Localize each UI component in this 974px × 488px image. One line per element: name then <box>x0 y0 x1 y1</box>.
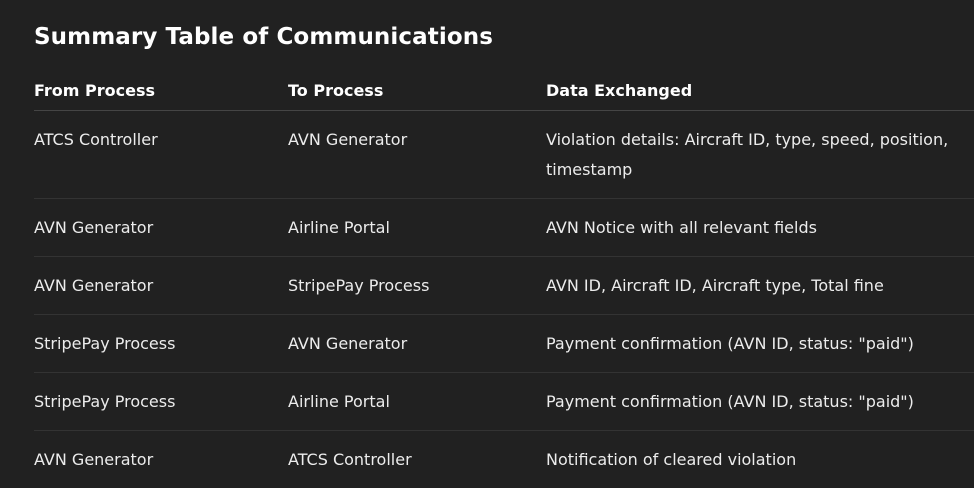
to-process-cell: Airline Portal <box>288 199 546 257</box>
from-process-cell: AVN Generator <box>34 431 288 488</box>
from-process-cell: ATCS Controller <box>34 111 288 199</box>
from-process-cell: AVN Generator <box>34 257 288 315</box>
table-row: StripePay Process Airline Portal Payment… <box>34 373 974 431</box>
data-exchanged-cell: AVN Notice with all relevant fields <box>546 199 974 257</box>
to-process-cell: Airline Portal <box>288 373 546 431</box>
table-row: ATCS Controller AVN Generator Violation … <box>34 111 974 199</box>
data-exchanged-cell: Violation details: Aircraft ID, type, sp… <box>546 111 974 199</box>
to-process-cell: StripePay Process <box>288 257 546 315</box>
from-process-cell: AVN Generator <box>34 199 288 257</box>
table-row: AVN Generator Airline Portal AVN Notice … <box>34 199 974 257</box>
table-row: AVN Generator StripePay Process AVN ID, … <box>34 257 974 315</box>
data-exchanged-cell: Payment confirmation (AVN ID, status: "p… <box>546 373 974 431</box>
table-row: StripePay Process AVN Generator Payment … <box>34 315 974 373</box>
header-data-exchanged: Data Exchanged <box>546 70 974 111</box>
to-process-cell: AVN Generator <box>288 315 546 373</box>
table-header: From Process To Process Data Exchanged <box>34 70 974 111</box>
header-from-process: From Process <box>34 70 288 111</box>
to-process-cell: AVN Generator <box>288 111 546 199</box>
header-row: From Process To Process Data Exchanged <box>34 70 974 111</box>
communications-table: From Process To Process Data Exchanged A… <box>34 70 974 488</box>
table-body: ATCS Controller AVN Generator Violation … <box>34 111 974 488</box>
page-title: Summary Table of Communications <box>34 24 493 50</box>
data-exchanged-cell: Payment confirmation (AVN ID, status: "p… <box>546 315 974 373</box>
to-process-cell: ATCS Controller <box>288 431 546 488</box>
data-exchanged-cell: Notification of cleared violation <box>546 431 974 488</box>
header-to-process: To Process <box>288 70 546 111</box>
from-process-cell: StripePay Process <box>34 315 288 373</box>
table-row: AVN Generator ATCS Controller Notificati… <box>34 431 974 488</box>
document-view: Summary Table of Communications From Pro… <box>0 0 974 485</box>
from-process-cell: StripePay Process <box>34 373 288 431</box>
data-exchanged-cell: AVN ID, Aircraft ID, Aircraft type, Tota… <box>546 257 974 315</box>
